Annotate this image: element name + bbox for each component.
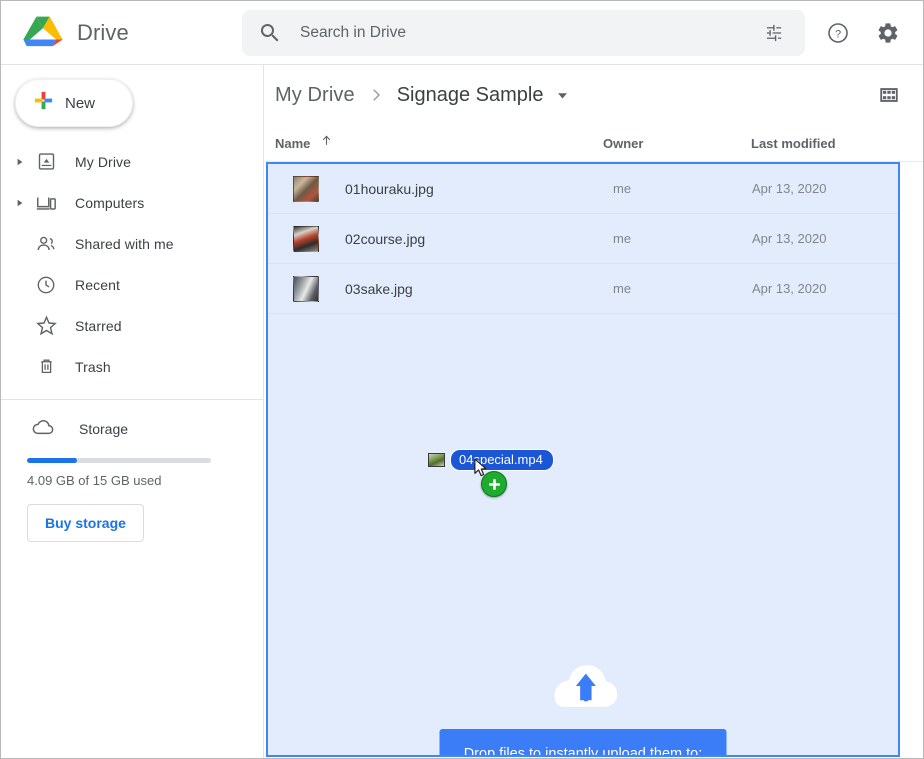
file-modified: Apr 13, 2020	[752, 281, 827, 296]
cloud-icon	[31, 415, 55, 444]
column-header-modified[interactable]: Last modified	[751, 136, 836, 151]
sidebar-item-shared-with-me[interactable]: Shared with me	[1, 223, 263, 264]
storage-usage-text: 4.09 GB of 15 GB used	[27, 473, 162, 488]
search-area	[240, 9, 805, 56]
sidebar-item-label: Trash	[75, 358, 111, 375]
trash-icon	[31, 355, 61, 379]
arrow-up-icon	[319, 133, 334, 153]
expand-caret-icon[interactable]	[9, 192, 31, 214]
caret-placeholder	[9, 315, 31, 337]
drag-filename-label: 04special.mp4	[450, 449, 554, 471]
star-icon	[31, 314, 61, 338]
gear-icon[interactable]	[871, 16, 905, 50]
storage-progress-fill	[27, 458, 77, 463]
image-thumbnail	[293, 275, 319, 302]
file-owner: me	[613, 281, 632, 296]
top-actions: ?	[821, 16, 923, 50]
sidebar-item-starred[interactable]: Starred	[1, 305, 263, 346]
table-row[interactable]: 02course.jpg me Apr 13, 2020	[268, 214, 898, 264]
tune-filter-icon[interactable]	[755, 14, 793, 52]
upload-dropzone[interactable]: 01houraku.jpg me Apr 13, 2020 02course.j…	[266, 162, 900, 757]
sidebar: New My Drive Computers Shared with me Re…	[1, 65, 264, 758]
table-row[interactable]: 01houraku.jpg me Apr 13, 2020	[268, 164, 898, 214]
file-modified: Apr 13, 2020	[752, 231, 827, 246]
shared-with-me-icon	[31, 232, 61, 256]
column-header-owner[interactable]: Owner	[603, 136, 751, 151]
file-owner: me	[613, 181, 632, 196]
svg-text:?: ?	[835, 28, 841, 40]
file-owner: me	[613, 231, 632, 246]
chevron-down-icon[interactable]	[555, 88, 570, 103]
table-column-headers: Name Owner Last modified	[265, 125, 923, 162]
search-icon	[258, 21, 282, 45]
caret-placeholder	[9, 274, 31, 296]
breadcrumb: My Drive Signage Sample	[265, 65, 923, 125]
expand-caret-icon[interactable]	[9, 151, 31, 173]
image-thumbnail	[293, 225, 319, 252]
sidebar-item-label: My Drive	[75, 153, 132, 170]
storage-progress-bar	[27, 458, 211, 463]
drop-message: Drop files to instantly upload them to:	[463, 746, 703, 757]
file-name: 01houraku.jpg	[345, 180, 434, 197]
buy-storage-button[interactable]: Buy storage	[27, 504, 144, 542]
file-name: 02course.jpg	[345, 230, 426, 247]
sidebar-item-my-drive[interactable]: My Drive	[1, 141, 263, 182]
image-thumbnail	[293, 175, 319, 202]
storage-header[interactable]: Storage	[1, 416, 263, 442]
file-name: 03sake.jpg	[345, 280, 413, 297]
file-modified: Apr 13, 2020	[752, 181, 827, 196]
main-content: My Drive Signage Sample Name Owner Last …	[265, 65, 923, 758]
help-circle-icon[interactable]: ?	[821, 16, 855, 50]
drive-window: Drive Search in Drive ? New My Drive Com…	[0, 0, 924, 759]
search-box[interactable]	[242, 9, 805, 56]
sidebar-item-label: Computers	[75, 194, 145, 211]
column-header-name-label: Name	[275, 135, 311, 151]
google-drive-logo	[23, 15, 63, 51]
sidebar-item-label: Shared with me	[75, 235, 174, 252]
sidebar-item-recent[interactable]: Recent	[1, 264, 263, 305]
my-drive-icon	[31, 150, 61, 174]
breadcrumb-root[interactable]: My Drive	[275, 84, 355, 107]
plus-copy-badge-icon	[481, 471, 507, 497]
column-header-name[interactable]: Name	[275, 133, 603, 153]
breadcrumb-current[interactable]: Signage Sample	[397, 84, 544, 107]
nav-list: My Drive Computers Shared with me Recent…	[1, 141, 263, 387]
new-button-label: New	[65, 94, 96, 112]
sidebar-item-label: Starred	[75, 317, 122, 334]
brand[interactable]: Drive	[1, 15, 240, 51]
sidebar-item-computers[interactable]: Computers	[1, 182, 263, 223]
video-file-thumbnail	[428, 453, 445, 467]
new-button[interactable]: New	[15, 79, 133, 127]
search-input[interactable]	[282, 23, 755, 42]
chevron-right-icon	[367, 86, 385, 104]
sidebar-item-trash[interactable]: Trash	[1, 346, 263, 387]
storage-label: Storage	[79, 421, 129, 437]
caret-placeholder	[9, 233, 31, 255]
computers-icon	[31, 191, 61, 215]
brand-name: Drive	[77, 19, 129, 45]
sidebar-item-label: Recent	[75, 276, 120, 293]
google-plus-icon	[32, 89, 55, 117]
table-row[interactable]: 03sake.jpg me Apr 13, 2020	[268, 264, 898, 314]
grid-view-icon[interactable]	[872, 78, 906, 112]
drag-ghost: 04special.mp4	[428, 449, 554, 497]
caret-placeholder	[9, 356, 31, 378]
clock-icon	[31, 273, 61, 297]
drop-banner: Drop files to instantly upload them to: …	[439, 729, 727, 757]
cloud-upload-icon	[545, 659, 621, 718]
top-bar: Drive Search in Drive ?	[1, 1, 923, 65]
storage-section: Storage 4.09 GB of 15 GB used Buy storag…	[1, 400, 263, 542]
